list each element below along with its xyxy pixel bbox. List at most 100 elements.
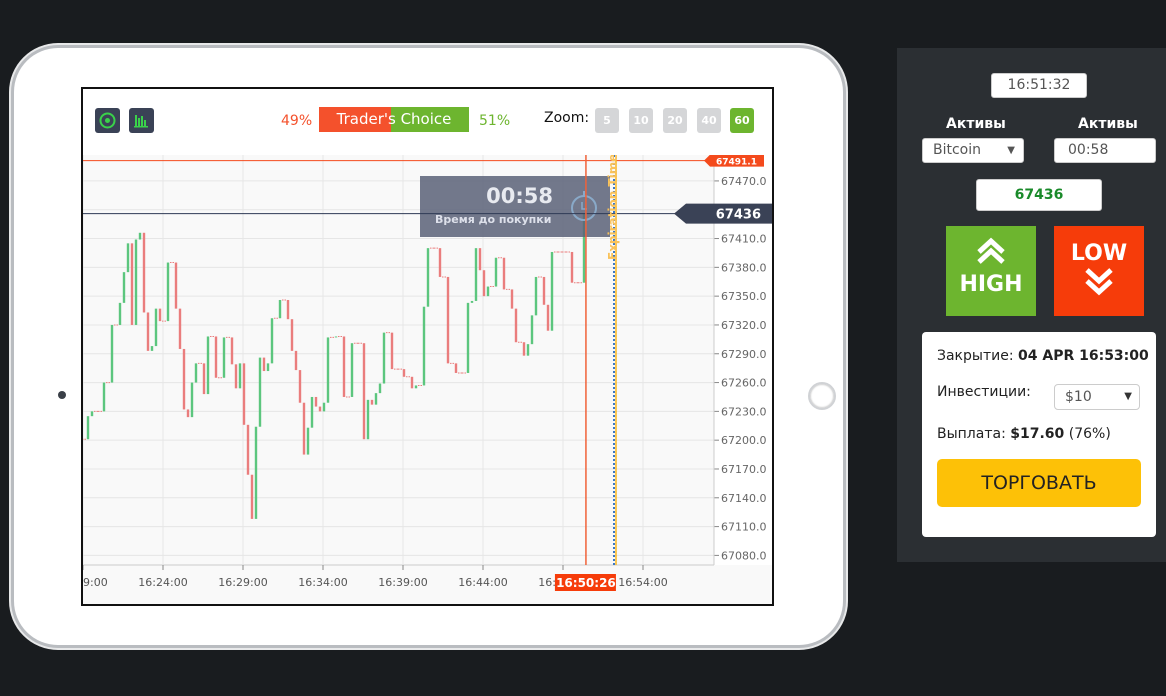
- candle-up: [326, 337, 330, 403]
- zoom-label: Zoom:: [544, 110, 590, 126]
- order-card: Закрытие: 04 APR 16:53:00 Инвестиции: $1…: [922, 332, 1156, 537]
- candle-down: [174, 262, 178, 309]
- candle-up: [310, 396, 314, 428]
- candle-down: [410, 376, 414, 389]
- sell-percent: 49%: [281, 113, 313, 129]
- candle-up: [166, 262, 170, 322]
- candle-down: [342, 336, 346, 397]
- y-tick-label: 67290.0: [721, 348, 767, 361]
- trade-button[interactable]: ТОРГОВАТЬ: [937, 459, 1141, 507]
- candle-up: [86, 416, 90, 440]
- candle-down: [214, 336, 218, 378]
- candle-up: [90, 411, 94, 417]
- candle-down: [362, 343, 366, 440]
- candle-up: [350, 343, 354, 397]
- candle-down: [262, 357, 266, 372]
- close-label: Закрытие:: [937, 348, 1014, 364]
- candle-down: [298, 370, 302, 403]
- y-tick-label: 67260.0: [721, 377, 767, 390]
- purchase-timer: 00:58 Время до покупки: [420, 176, 610, 237]
- candle-down: [454, 363, 458, 373]
- asset-select[interactable]: Bitcoin ▼: [922, 138, 1024, 163]
- candle-up: [150, 346, 154, 351]
- y-tick-label: 67080.0: [721, 549, 767, 562]
- home-button[interactable]: [808, 382, 836, 410]
- zoom-20-button[interactable]: 20: [663, 108, 687, 133]
- candle-down: [246, 424, 250, 475]
- timer-countdown: 00:58: [486, 184, 553, 208]
- low-label: LOW: [1070, 241, 1128, 266]
- high-label: HIGH: [959, 272, 1023, 297]
- candle-down: [542, 276, 546, 305]
- candle-down: [438, 248, 442, 277]
- candle-down: [482, 270, 486, 297]
- invest-select[interactable]: $10 ▼: [1054, 384, 1140, 410]
- candle-up: [102, 382, 106, 412]
- candle-up: [366, 399, 370, 440]
- candle-up: [134, 239, 138, 325]
- candle-up: [466, 302, 470, 373]
- candle-down: [446, 276, 450, 364]
- chevron-down-icon: ▼: [1124, 391, 1132, 402]
- payout: Выплата: $17.60 (76%): [937, 426, 1111, 442]
- candle-up: [254, 426, 258, 519]
- candle-down: [130, 243, 134, 325]
- y-tick-label: 67470.0: [721, 175, 767, 188]
- x-tick-label: 16:54:00: [618, 576, 667, 589]
- candle-down: [186, 409, 190, 418]
- current-time-label: 16:50:26: [556, 576, 616, 590]
- candle-up: [154, 308, 158, 347]
- y-tick-label: 67350.0: [721, 290, 767, 303]
- candle-down: [514, 308, 518, 343]
- candle-down: [242, 363, 246, 425]
- candle-down: [294, 350, 298, 371]
- candle-down: [302, 402, 306, 455]
- candle-down: [478, 248, 482, 271]
- expiration-label: Expiration Time: [606, 155, 620, 260]
- candle-up: [266, 363, 270, 372]
- candle-up: [138, 232, 142, 240]
- asset-label: Активы: [946, 116, 1006, 132]
- zoom-40-button[interactable]: 40: [697, 108, 721, 133]
- chart-screen: 49% Trader's Choice 51% Zoom: 5 10 20 40…: [81, 87, 774, 606]
- candle-up: [118, 302, 122, 325]
- target-icon[interactable]: [95, 108, 120, 133]
- zoom-10-button[interactable]: 10: [629, 108, 653, 133]
- y-tick-label: 67380.0: [721, 261, 767, 274]
- zoom-60-button[interactable]: 60: [730, 108, 754, 133]
- payout-label: Выплата:: [937, 426, 1006, 442]
- candle-down: [370, 399, 374, 405]
- current-price-label: 67436: [716, 208, 761, 223]
- high-button[interactable]: HIGH: [946, 226, 1036, 316]
- candle-up: [322, 402, 326, 412]
- bar-chart-icon[interactable]: [129, 108, 154, 133]
- candle-down: [522, 342, 526, 356]
- candle-up: [222, 337, 226, 378]
- candle-up: [494, 257, 498, 287]
- y-tick-label: 67200.0: [721, 434, 767, 447]
- candle-up: [474, 248, 478, 301]
- x-tick-label: 16:44:00: [458, 576, 507, 589]
- zoom-5-button[interactable]: 5: [595, 108, 619, 133]
- candle-up: [110, 324, 114, 383]
- price-chart[interactable]: 67470.067440.067410.067380.067350.067320…: [83, 155, 774, 606]
- low-button[interactable]: LOW: [1054, 226, 1144, 316]
- chart-header: 49% Trader's Choice 51% Zoom: 5 10 20 40…: [83, 89, 772, 155]
- candle-down: [234, 364, 238, 389]
- time-label: Активы: [1078, 116, 1138, 132]
- candle-up: [426, 248, 430, 307]
- y-tick-label: 67110.0: [721, 521, 767, 534]
- y-tick-label: 67320.0: [721, 319, 767, 332]
- candle-down: [318, 406, 322, 412]
- candle-down: [390, 332, 394, 370]
- asset-select-value: Bitcoin: [933, 142, 982, 158]
- duration-field[interactable]: 00:58: [1054, 138, 1156, 163]
- candle-up: [382, 332, 386, 384]
- candle-down: [182, 348, 186, 410]
- invest-label: Инвестиции:: [937, 384, 1031, 400]
- candle-up: [486, 286, 490, 297]
- candle-up: [378, 383, 382, 394]
- candle-up: [306, 427, 310, 455]
- trade-panel: 16:51:32 Активы Активы Bitcoin ▼ 00:58 6…: [897, 48, 1166, 562]
- candle-down: [250, 474, 254, 519]
